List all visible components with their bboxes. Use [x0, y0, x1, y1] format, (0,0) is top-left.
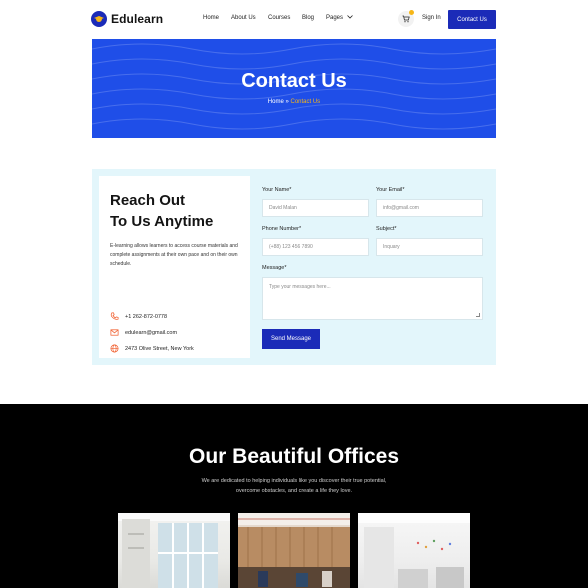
name-label: Your Name*	[262, 187, 292, 193]
resize-handle-icon[interactable]	[476, 313, 480, 317]
contact-us-button[interactable]: Contact Us	[448, 10, 496, 29]
phone-row[interactable]: +1 262-872-0778	[110, 312, 167, 321]
sign-in-link[interactable]: Sign In	[422, 15, 441, 21]
contact-heading: Reach Out To Us Anytime	[110, 190, 250, 232]
phone-text: +1 262-872-0778	[125, 313, 168, 320]
message-label: Message*	[262, 265, 287, 271]
breadcrumb: Home » Contact Us	[92, 99, 496, 105]
name-field[interactable]: David Malan	[262, 199, 369, 217]
contact-description: E-learning allows learners to access cou…	[110, 243, 238, 267]
contact-heading-line2: To Us Anytime	[110, 213, 214, 230]
site-header: Edulearn Home About Us Courses Blog Page…	[0, 0, 588, 40]
message-placeholder: Type your messages here...	[269, 284, 331, 290]
office-image-3	[358, 513, 470, 588]
office-photo-2	[238, 513, 350, 588]
nav-pages-label: Pages	[326, 15, 344, 21]
email-label: Your Email*	[376, 187, 405, 193]
subject-label: Subject*	[376, 226, 397, 232]
breadcrumb-home[interactable]: Home	[268, 99, 284, 105]
offices-section: Our Beautiful Offices We are dedicated t…	[0, 404, 588, 588]
offices-title: Our Beautiful Offices	[188, 445, 400, 468]
nav-about[interactable]: About Us	[231, 15, 256, 21]
address-row: 2473 Olive Street, New York	[110, 344, 194, 353]
contact-section: Reach Out To Us Anytime E-learning allow…	[92, 169, 496, 365]
contact-heading-line1: Reach Out	[110, 192, 186, 209]
breadcrumb-separator: »	[285, 99, 289, 105]
brand-logo[interactable]: Edulearn	[91, 11, 163, 27]
contact-info-card: Reach Out To Us Anytime E-learning allow…	[99, 176, 250, 358]
subject-field[interactable]: Inquary	[376, 238, 483, 256]
offices-description: We are dedicated to helping individuals …	[201, 478, 387, 494]
breadcrumb-current: Contact Us	[290, 99, 321, 105]
graduation-cap-icon	[91, 11, 107, 27]
phone-label: Phone Number*	[262, 226, 302, 232]
nav-pages[interactable]: Pages	[326, 15, 353, 21]
page-hero: Contact Us Home » Contact Us	[92, 39, 496, 138]
email-text: edulearn@gmail.com	[125, 329, 178, 336]
office-image-2	[238, 513, 350, 588]
message-field[interactable]: Type your messages here...	[262, 277, 483, 320]
cart-badge	[409, 10, 414, 15]
cart-button[interactable]	[398, 10, 414, 27]
page-title: Contact Us	[241, 70, 347, 92]
email-field[interactable]: info@gmail.com	[376, 199, 483, 217]
office-photo-3	[358, 513, 470, 588]
nav-blog[interactable]: Blog	[302, 15, 314, 21]
email-row[interactable]: edulearn@gmail.com	[110, 328, 177, 337]
brand-name: Edulearn	[111, 12, 164, 26]
mail-icon	[110, 329, 119, 336]
nav-home[interactable]: Home	[203, 15, 219, 21]
office-image-1	[118, 513, 230, 588]
chevron-down-icon	[346, 15, 353, 19]
phone-field[interactable]: (+88) 123 456 7890	[262, 238, 369, 256]
nav-courses[interactable]: Courses	[268, 15, 290, 21]
office-photo-1	[118, 513, 230, 588]
cart-icon	[402, 15, 410, 23]
send-message-button[interactable]: Send Message	[262, 329, 320, 349]
phone-icon	[110, 312, 119, 320]
address-text: 2473 Olive Street, New York	[125, 345, 194, 352]
globe-icon	[110, 344, 119, 353]
